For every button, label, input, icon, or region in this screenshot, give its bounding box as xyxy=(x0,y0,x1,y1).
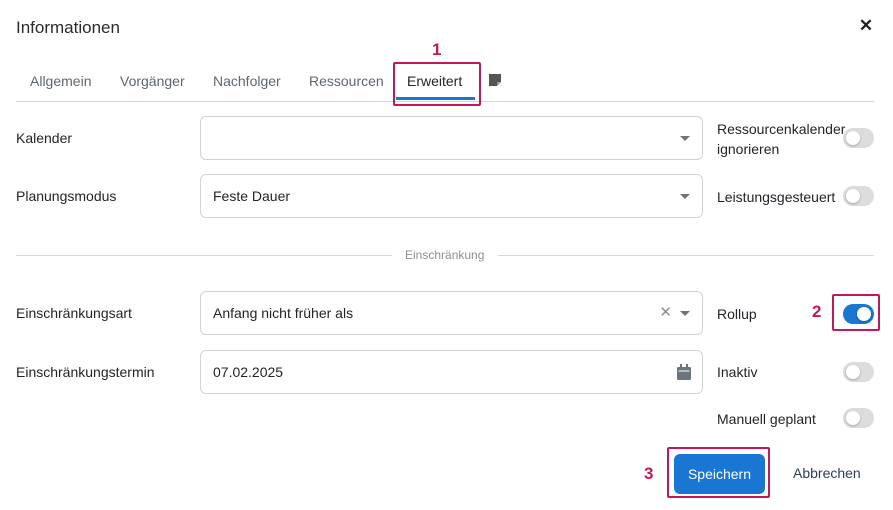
effort-driven-toggle[interactable] xyxy=(843,186,874,206)
tab-successors[interactable]: Nachfolger xyxy=(213,60,281,102)
tab-resources[interactable]: Ressourcen xyxy=(309,60,384,102)
dialog-title: Informationen xyxy=(16,18,120,37)
chevron-down-icon xyxy=(680,136,690,141)
constraint-date-label: Einschränkungstermin xyxy=(16,364,155,380)
constraint-section-divider: Einschränkung xyxy=(405,248,485,262)
ignore-resource-calendar-label-line1: Ressourcenkalender xyxy=(717,121,846,137)
rollup-label: Rollup xyxy=(717,306,757,322)
close-icon[interactable]: ✕ xyxy=(856,16,876,36)
scheduling-mode-select[interactable]: Feste Dauer xyxy=(200,174,703,218)
toggle-knob xyxy=(846,365,860,379)
toggle-knob xyxy=(846,411,860,425)
active-tab-indicator xyxy=(396,97,475,100)
calendar-icon[interactable] xyxy=(677,364,691,380)
manually-scheduled-toggle[interactable] xyxy=(843,408,874,428)
tab-advanced[interactable]: Erweitert xyxy=(407,60,462,102)
effort-driven-label: Leistungsgesteuert xyxy=(717,189,836,205)
ignore-resource-calendar-label-line2: ignorieren xyxy=(717,141,780,157)
sticky-note-icon[interactable] xyxy=(488,73,502,87)
tab-bar: Allgemein Vorgänger Nachfolger Ressource… xyxy=(16,60,874,102)
ignore-resource-calendar-toggle[interactable] xyxy=(843,128,874,148)
constraint-date-value: 07.02.2025 xyxy=(213,364,284,380)
constraint-type-select[interactable]: Anfang nicht früher als ✕ xyxy=(200,291,703,335)
tab-general[interactable]: Allgemein xyxy=(30,60,91,102)
divider-right xyxy=(498,255,874,256)
rollup-toggle[interactable] xyxy=(843,304,874,324)
manually-scheduled-label: Manuell geplant xyxy=(717,411,816,427)
save-button[interactable]: Speichern xyxy=(674,454,765,494)
constraint-date-field[interactable]: 07.02.2025 xyxy=(200,350,703,394)
task-information-dialog: Informationen ✕ Allgemein Vorgänger Nach… xyxy=(0,0,893,510)
calendar-select[interactable] xyxy=(200,116,703,160)
callout-number-3: 3 xyxy=(644,464,654,483)
chevron-down-icon xyxy=(680,194,690,199)
callout-number-1: 1 xyxy=(432,40,442,59)
toggle-knob xyxy=(846,189,860,203)
callout-number-2: 2 xyxy=(812,302,822,321)
calendar-label: Kalender xyxy=(16,130,73,146)
chevron-down-icon xyxy=(680,311,690,316)
toggle-knob xyxy=(857,307,871,321)
divider-left xyxy=(16,255,392,256)
scheduling-mode-value: Feste Dauer xyxy=(213,188,291,204)
scheduling-mode-label: Planungsmodus xyxy=(16,188,117,204)
constraint-type-label: Einschränkungsart xyxy=(16,305,132,321)
cancel-button[interactable]: Abbrechen xyxy=(793,465,861,481)
inactive-label: Inaktiv xyxy=(717,364,758,380)
inactive-toggle[interactable] xyxy=(843,362,874,382)
clear-icon[interactable]: ✕ xyxy=(659,304,672,322)
toggle-knob xyxy=(846,131,860,145)
ignore-resource-calendar-label: Ressourcenkalender ignorieren xyxy=(717,119,845,159)
constraint-type-value: Anfang nicht früher als xyxy=(213,305,354,321)
tab-predecessors[interactable]: Vorgänger xyxy=(120,60,185,102)
